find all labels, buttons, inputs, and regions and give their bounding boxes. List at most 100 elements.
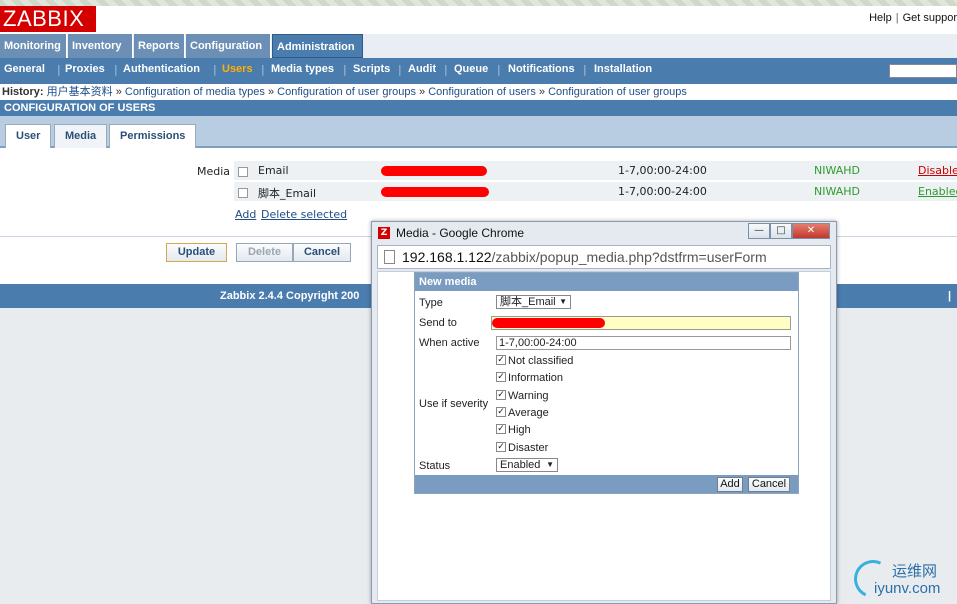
breadcrumb-item[interactable]: Configuration of media types — [125, 86, 265, 98]
tab-permissions[interactable]: Permissions — [109, 124, 197, 148]
send-to-input[interactable] — [491, 316, 791, 330]
breadcrumb-item[interactable]: 用户基本资料 — [47, 86, 113, 98]
breadcrumb-arrow: » — [419, 86, 426, 98]
send-to-label: Send to — [419, 317, 457, 329]
breadcrumb-arrow: » — [267, 86, 275, 98]
breadcrumb-item[interactable]: Configuration of user groups — [548, 86, 687, 98]
delete-button[interactable]: Delete — [236, 243, 293, 262]
close-icon[interactable]: ✕ — [792, 223, 830, 239]
watermark-logo: 运维网 iyunv.com — [848, 554, 957, 604]
severity-label: Use if severity — [419, 398, 489, 410]
status-select[interactable]: Enabled ▼ — [496, 458, 558, 472]
tabs-bar: User Media Permissions — [0, 116, 957, 148]
chevron-down-icon: ▼ — [546, 460, 554, 469]
get-support-link[interactable]: Get suppor — [903, 12, 957, 24]
when-active-input[interactable]: 1-7,00:00-24:00 — [496, 336, 791, 350]
popup-content: New media Type 脚本_Email ▼ Send to When a… — [377, 271, 831, 601]
status-label: Status — [419, 460, 451, 472]
redacted-send-to — [381, 166, 487, 176]
type-label: Type — [419, 297, 443, 309]
table-row: Email 1-7,00:00-24:00 NIWAHD Disabled — [234, 161, 957, 181]
main-menu: Monitoring Inventory Reports Configurati… — [0, 34, 957, 58]
url-text: 192.168.1.122/zabbix/popup_media.php?dst… — [402, 249, 767, 265]
submenu-users[interactable]: Users — [222, 63, 253, 75]
submenu-installation[interactable]: Installation — [594, 63, 652, 75]
new-media-title: New media — [415, 273, 798, 291]
media-severity: NIWAHD — [814, 164, 861, 177]
media-status-link[interactable]: Enabled — [918, 185, 957, 198]
top-links-separator: | — [895, 12, 899, 24]
media-type: 脚本_Email — [258, 187, 317, 200]
submenu-notifications[interactable]: Notifications — [508, 63, 575, 75]
url-host: 192.168.1.122 — [402, 249, 492, 265]
severity-checkbox-high[interactable]: ✓ — [496, 424, 506, 434]
submenu-queue[interactable]: Queue — [454, 63, 488, 75]
type-select[interactable]: 脚本_Email ▼ — [496, 295, 571, 309]
status-select-value: Enabled — [500, 459, 541, 471]
media-popup-window: Z Media - Google Chrome — □ ✕ 192.168.1.… — [371, 221, 837, 604]
breadcrumb: History: 用户基本资料 » Configuration of media… — [0, 84, 957, 100]
severity-not-classified-label: Not classified — [508, 355, 574, 367]
chevron-down-icon: ▼ — [559, 297, 567, 306]
severity-checkbox-average[interactable]: ✓ — [496, 407, 506, 417]
severity-information-label: Information — [508, 372, 564, 384]
submenu-authentication[interactable]: Authentication — [123, 63, 200, 75]
severity-disaster-label: Disaster — [508, 442, 549, 454]
submenu-proxies[interactable]: Proxies — [65, 63, 105, 75]
popup-title: Media - Google Chrome — [396, 226, 525, 240]
submenu-scripts[interactable]: Scripts — [353, 63, 390, 75]
new-media-form: New media Type 脚本_Email ▼ Send to When a… — [414, 272, 799, 494]
history-label: History: — [2, 86, 44, 98]
severity-checkbox-information[interactable]: ✓ — [496, 372, 506, 382]
new-media-footer: Add Cancel — [415, 475, 798, 493]
zabbix-favicon-icon: Z — [378, 227, 390, 239]
cancel-popup-button[interactable]: Cancel — [748, 477, 790, 492]
update-button[interactable]: Update — [166, 243, 227, 262]
submenu-media-types[interactable]: Media types — [271, 63, 334, 75]
severity-high-label: High — [508, 424, 531, 436]
breadcrumb-item[interactable]: Configuration of users — [428, 86, 536, 98]
severity-checkbox-not-classified[interactable]: ✓ — [496, 355, 506, 365]
menu-inventory[interactable]: Inventory — [68, 34, 133, 58]
breadcrumb-arrow: » — [115, 86, 122, 98]
submenu-general[interactable]: General — [4, 63, 45, 75]
tab-media[interactable]: Media — [54, 124, 108, 148]
footer-separator: | — [948, 290, 952, 302]
redacted-send-to — [492, 318, 605, 328]
add-media-link[interactable]: Add — [235, 208, 256, 221]
severity-average-label: Average — [508, 407, 549, 419]
top-decor-strip — [0, 0, 957, 6]
media-severity: NIWAHD — [814, 185, 861, 198]
breadcrumb-item[interactable]: Configuration of user groups — [277, 86, 416, 98]
delete-selected-link[interactable]: Delete selected — [261, 208, 347, 221]
add-button[interactable]: Add — [717, 477, 743, 492]
top-links: Help | Get suppor — [869, 12, 957, 24]
copyright: Zabbix 2.4.4 Copyright 200 — [220, 290, 360, 302]
type-select-value: 脚本_Email — [500, 296, 556, 308]
row-checkbox[interactable] — [238, 188, 248, 198]
tab-user[interactable]: User — [5, 124, 52, 148]
help-link[interactable]: Help — [869, 12, 892, 24]
menu-monitoring[interactable]: Monitoring — [0, 34, 67, 58]
address-bar[interactable]: 192.168.1.122/zabbix/popup_media.php?dst… — [377, 245, 831, 269]
row-checkbox[interactable] — [238, 167, 248, 177]
menu-reports[interactable]: Reports — [134, 34, 185, 58]
submenu-audit[interactable]: Audit — [408, 63, 436, 75]
watermark-line1: 运维网 — [892, 562, 938, 580]
cancel-button[interactable]: Cancel — [293, 243, 351, 262]
media-status-link[interactable]: Disabled — [918, 164, 957, 177]
maximize-icon[interactable]: □ — [770, 223, 792, 239]
search-input[interactable] — [889, 64, 957, 78]
popup-titlebar[interactable]: Z Media - Google Chrome — □ ✕ — [372, 222, 836, 244]
severity-checkbox-warning[interactable]: ✓ — [496, 390, 506, 400]
severity-checkbox-disaster[interactable]: ✓ — [496, 442, 506, 452]
table-row: 脚本_Email 1-7,00:00-24:00 NIWAHD Enabled — [234, 182, 957, 202]
menu-administration[interactable]: Administration — [272, 34, 363, 58]
when-active-label: When active — [419, 337, 480, 349]
redacted-send-to — [381, 187, 489, 197]
page-icon — [384, 250, 395, 264]
breadcrumb-arrow: » — [538, 86, 546, 98]
menu-configuration[interactable]: Configuration — [186, 34, 271, 58]
url-path: /zabbix/popup_media.php?dstfrm=userForm — [491, 249, 767, 265]
minimize-icon[interactable]: — — [748, 223, 770, 239]
